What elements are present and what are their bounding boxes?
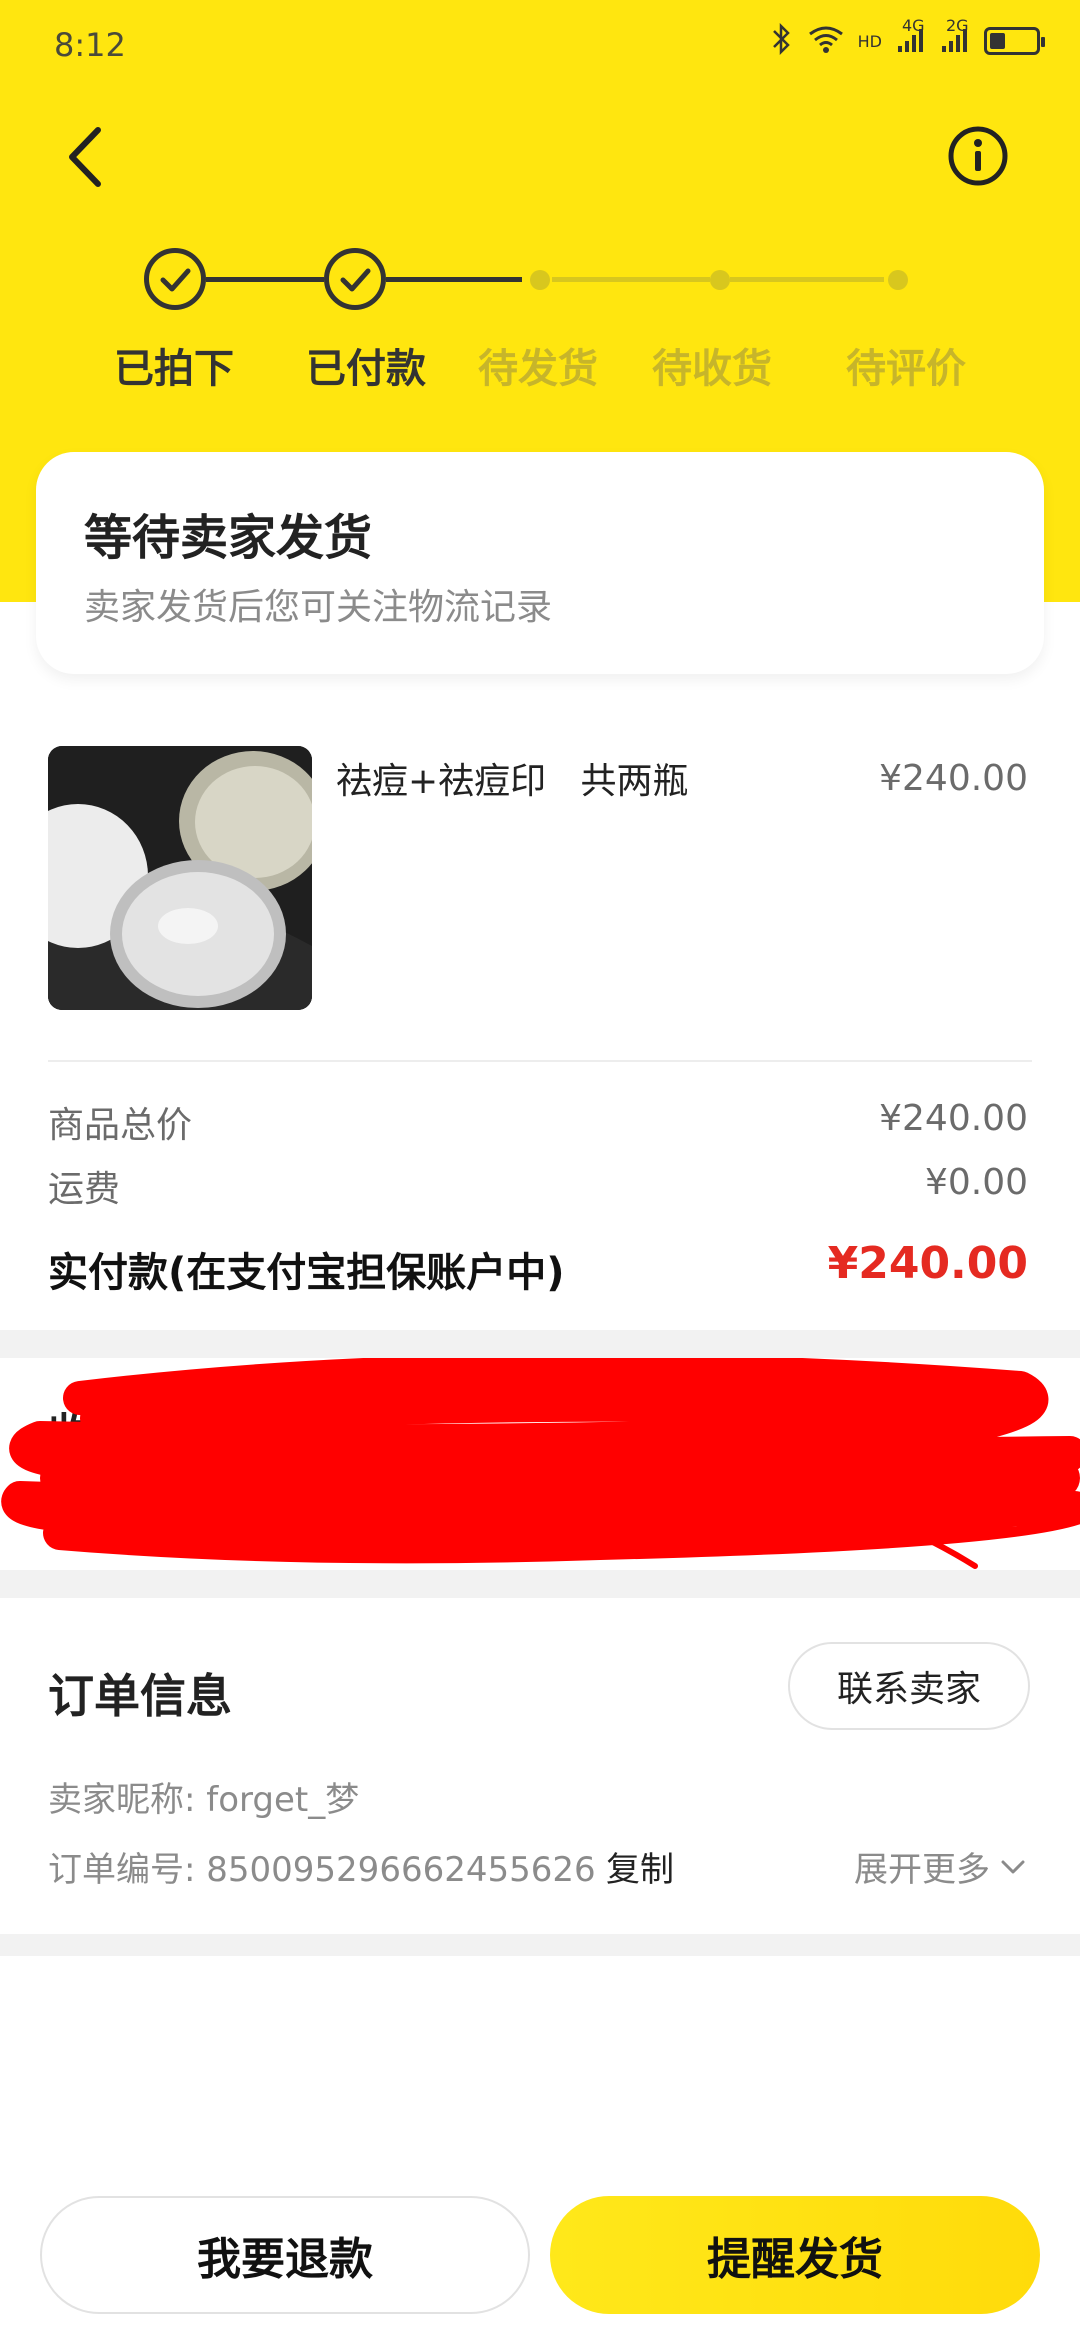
- seller-nickname: 卖家昵称: forget_梦: [48, 1780, 360, 1820]
- step-label-3: 待发货: [478, 346, 598, 392]
- step-line-1: [206, 277, 324, 282]
- check-icon: [340, 268, 371, 292]
- signal-2g-icon: 2G: [940, 16, 970, 58]
- battery-level: [990, 33, 1005, 49]
- bluetooth-icon: [770, 22, 794, 60]
- back-button[interactable]: [58, 122, 118, 192]
- step-dot-2: [324, 248, 386, 310]
- step-dot-4: [710, 270, 730, 290]
- product-image[interactable]: [48, 746, 312, 1010]
- expand-more-button[interactable]: 展开更多: [854, 1842, 1028, 1891]
- step-label-5: 待评价: [846, 346, 966, 392]
- info-button[interactable]: [946, 124, 1010, 188]
- order-status-card: 等待卖家发货 卖家发货后您可关注物流记录: [36, 452, 1044, 674]
- check-icon: [160, 268, 191, 292]
- step-line-3: [552, 277, 710, 282]
- info-circle-icon: [948, 126, 1008, 186]
- status-time: 8:12: [54, 26, 126, 64]
- shipping-address-section[interactable]: 收 482: [0, 1358, 1080, 1570]
- status-subtitle: 卖家发货后您可关注物流记录: [84, 587, 553, 628]
- expand-more-label: 展开更多: [854, 1850, 990, 1890]
- step-dot-1: [144, 248, 206, 310]
- step-label-1: 已拍下: [114, 346, 234, 392]
- status-icons: HD 4G 2G: [770, 16, 1045, 60]
- remind-shipment-button[interactable]: 提醒发货: [550, 2196, 1040, 2314]
- step-dot-3: [530, 270, 550, 290]
- section-separator: [0, 1570, 1080, 1598]
- order-number: 订单编号: 850095296662455626: [48, 1850, 596, 1890]
- step-line-2: [386, 277, 522, 282]
- redaction-scribble: [1, 1358, 1080, 1569]
- goods-total-value: ¥240.00: [879, 1098, 1028, 1139]
- wifi-icon: [808, 24, 844, 58]
- shipping-value: ¥0.00: [924, 1162, 1028, 1203]
- order-progress-steps: 已拍下 已付款 待发货 待收货 待评价: [0, 240, 1080, 400]
- order-info-title: 订单信息: [48, 1669, 232, 1723]
- signal-4g-icon: 4G: [896, 16, 926, 58]
- contact-seller-button[interactable]: 联系卖家: [788, 1642, 1030, 1730]
- chevron-left-icon: [69, 127, 101, 187]
- copy-order-number-button[interactable]: 复制: [606, 1842, 674, 1891]
- step-line-4: [730, 277, 884, 282]
- divider: [48, 1060, 1032, 1062]
- hd-label: HD: [857, 31, 882, 51]
- shipping-label: 运费: [48, 1169, 121, 1210]
- amount-paid-value: ¥240.00: [827, 1238, 1028, 1289]
- section-separator: [0, 1330, 1080, 1358]
- step-label-4: 待收货: [652, 346, 772, 392]
- network-4g-label: 4G: [902, 16, 925, 35]
- step-label-2: 已付款: [306, 346, 426, 392]
- request-refund-button[interactable]: 我要退款: [40, 2196, 530, 2314]
- status-bar: 8:12 HD 4G 2G: [0, 0, 1080, 92]
- status-title: 等待卖家发货: [84, 510, 373, 566]
- step-dot-5: [888, 270, 908, 290]
- goods-total-label: 商品总价: [48, 1105, 193, 1146]
- network-2g-label: 2G: [946, 16, 969, 35]
- amount-paid-label: 实付款(在支付宝担保账户中): [48, 1250, 565, 1296]
- product-title[interactable]: 祛痘+祛痘印 共两瓶: [336, 752, 689, 804]
- battery-icon: [984, 27, 1045, 55]
- chevron-down-icon: [1001, 1860, 1025, 1873]
- section-separator: [0, 1934, 1080, 1956]
- product-price: ¥240.00: [879, 758, 1028, 799]
